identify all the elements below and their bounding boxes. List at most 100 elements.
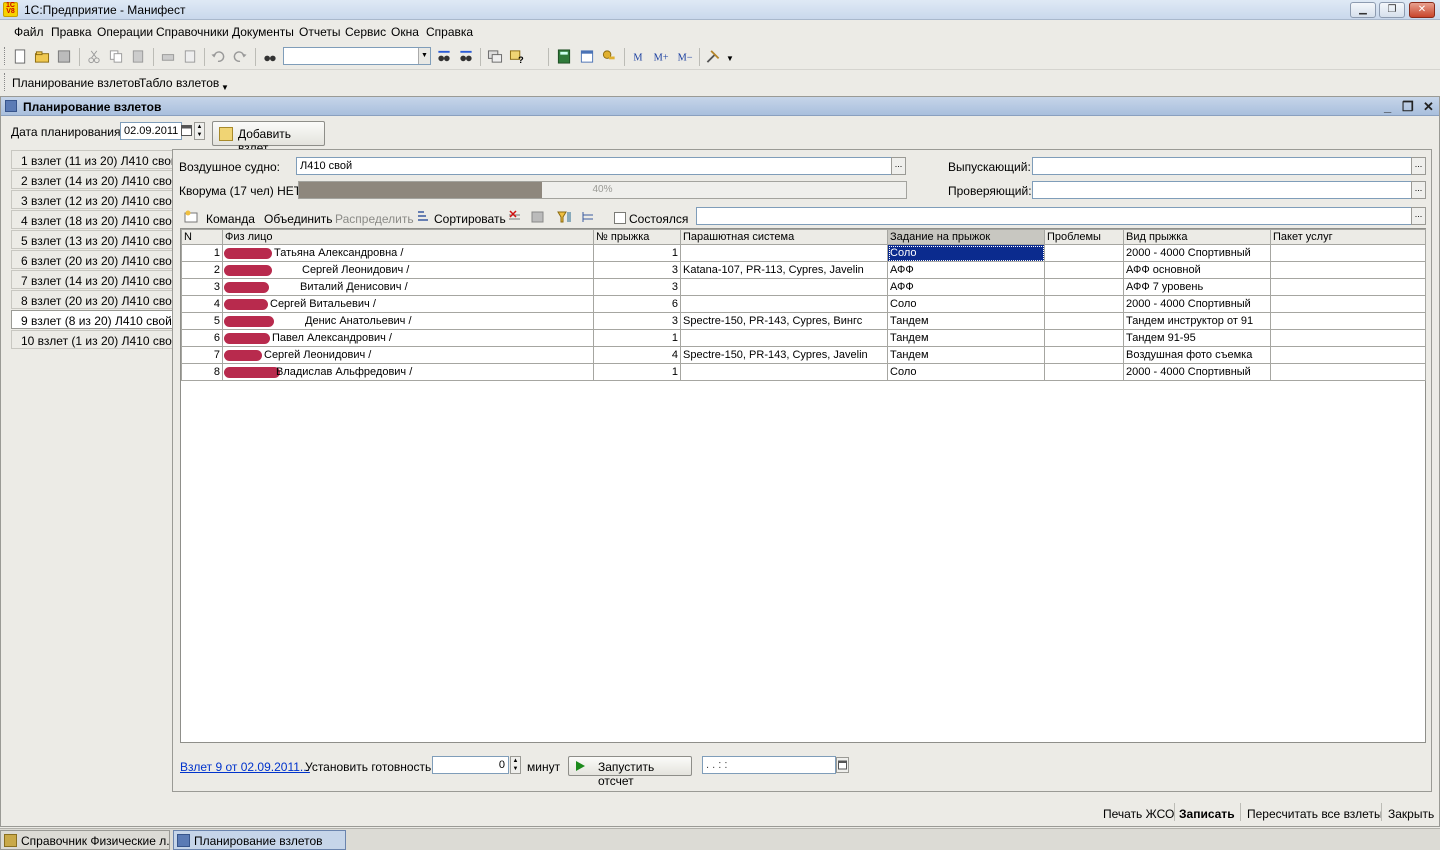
close-button[interactable]: Закрыть	[1388, 807, 1434, 821]
team-button[interactable]: Команда	[206, 212, 255, 226]
table-row[interactable]: 8 Владислав Альфредович / 1 Соло 2000 - …	[181, 363, 1426, 381]
cell-problems[interactable]	[1044, 312, 1124, 330]
windows-icon[interactable]	[487, 49, 503, 64]
cut-icon[interactable]	[86, 49, 102, 64]
table-row[interactable]: 3 Виталий Денисович / 3 АФФ АФФ 7 уровен…	[181, 278, 1426, 296]
cell-task[interactable]: Соло	[887, 295, 1045, 313]
menu-reports[interactable]: Отчеты	[299, 25, 340, 39]
doc-close-button[interactable]: ✕	[1423, 99, 1434, 115]
comment-select-button[interactable]: ...	[1411, 207, 1426, 225]
cell-jump-number[interactable]: 1	[593, 329, 681, 347]
cell-person[interactable]: Татьяна Александровна /	[222, 244, 594, 262]
cell-system[interactable]	[680, 329, 888, 347]
minimize-button[interactable]: ▁	[1350, 2, 1376, 18]
cell-jump-number[interactable]: 3	[593, 312, 681, 330]
cell-person[interactable]: Виталий Денисович /	[222, 278, 594, 296]
cell-task[interactable]: Тандем	[887, 329, 1045, 347]
flight-item-9[interactable]: 9 взлет (8 из 20) Л410 свой	[11, 310, 172, 329]
calendar-icon[interactable]	[181, 125, 192, 136]
task-physical-persons[interactable]: Справочник Физические л...	[0, 830, 170, 850]
cell-pack[interactable]	[1270, 295, 1426, 313]
cell-n[interactable]: 6	[181, 329, 223, 347]
col-header-n[interactable]: N	[181, 229, 223, 245]
menu-file[interactable]: Файл	[14, 25, 44, 39]
doc-minimize-button[interactable]: _	[1384, 99, 1391, 114]
cell-kind[interactable]: 2000 - 4000 Спортивный	[1123, 363, 1271, 381]
cell-problems[interactable]	[1044, 278, 1124, 296]
calculator-icon[interactable]	[556, 49, 572, 64]
sort-icon[interactable]	[416, 210, 431, 224]
cell-system[interactable]	[680, 244, 888, 262]
cell-system[interactable]: Katana-107, PR-113, Cypres, Javelin	[680, 261, 888, 279]
cell-n[interactable]: 2	[181, 261, 223, 279]
aircraft-select-button[interactable]: ...	[891, 157, 906, 175]
countdown-datetime-field[interactable]: . . : :	[702, 756, 836, 774]
cell-task[interactable]: Тандем	[887, 312, 1045, 330]
save-disk-icon[interactable]	[56, 49, 72, 64]
cell-person[interactable]: Сергей Леонидович /	[222, 346, 594, 364]
planning-date-field[interactable]: 02.09.2011	[120, 122, 182, 140]
cell-jump-number[interactable]: 3	[593, 278, 681, 296]
menu-operations[interactable]: Операции	[97, 25, 153, 39]
lock-key-icon[interactable]	[601, 49, 617, 64]
table-row[interactable]: 5 Денис Анатольевич / 3 Spectre-150, PR-…	[181, 312, 1426, 330]
cell-problems[interactable]	[1044, 329, 1124, 347]
find-prev-icon[interactable]	[458, 49, 474, 64]
col-header-problems[interactable]: Проблемы	[1044, 229, 1124, 245]
add-flight-button[interactable]: Добавить взлет	[212, 121, 325, 155]
flight-item-1[interactable]: 1 взлет (11 из 20) Л410 свой	[11, 150, 178, 169]
table-row[interactable]: 7 Сергей Леонидович / 4 Spectre-150, PR-…	[181, 346, 1426, 364]
releasing-select-button[interactable]: ...	[1411, 157, 1426, 175]
print-preview-icon[interactable]	[182, 49, 198, 64]
menu-edit[interactable]: Правка	[51, 25, 92, 39]
cell-n[interactable]: 1	[181, 244, 223, 262]
cell-system[interactable]: Spectre-150, PR-143, Cypres, Javelin	[680, 346, 888, 364]
find-next-icon[interactable]	[436, 49, 452, 64]
chevron-down-icon[interactable]: ▼	[418, 48, 430, 64]
cell-problems[interactable]	[1044, 244, 1124, 262]
calendar-icon[interactable]	[579, 49, 595, 64]
table-row[interactable]: 1 Татьяна Александровна / 1 Соло 2000 - …	[181, 244, 1426, 262]
restore-button[interactable]: ❐	[1379, 2, 1405, 18]
doc-restore-button[interactable]: ❐	[1402, 99, 1414, 115]
toolbar-grip[interactable]	[4, 73, 7, 91]
hierarchy-icon[interactable]	[581, 210, 596, 224]
print-icon[interactable]	[160, 49, 176, 64]
flight-item-8[interactable]: 8 взлет (20 из 20) Л410 свой	[11, 290, 178, 309]
cell-pack[interactable]	[1270, 312, 1426, 330]
cell-kind[interactable]: АФФ основной	[1123, 261, 1271, 279]
cell-problems[interactable]	[1044, 363, 1124, 381]
menu-documents[interactable]: Документы	[232, 25, 294, 39]
toolbar-grip[interactable]	[4, 47, 7, 65]
col-header-task[interactable]: Задание на прыжок	[887, 229, 1045, 245]
cell-pack[interactable]	[1270, 244, 1426, 262]
cell-n[interactable]: 7	[181, 346, 223, 364]
checking-field[interactable]	[1032, 181, 1412, 199]
comment-field[interactable]	[696, 207, 1412, 225]
cell-kind[interactable]: Воздушная фото съемка	[1123, 346, 1271, 364]
aircraft-field[interactable]: Л410 свой	[296, 157, 892, 175]
cell-system[interactable]	[680, 363, 888, 381]
team-icon[interactable]	[184, 210, 199, 224]
menu-service[interactable]: Сервис	[345, 25, 386, 39]
checking-select-button[interactable]: ...	[1411, 181, 1426, 199]
undo-icon[interactable]	[210, 49, 226, 64]
table-row[interactable]: 4 Сергей Витальевич / 6 Соло 2000 - 4000…	[181, 295, 1426, 313]
menu-catalogs[interactable]: Справочники	[156, 25, 229, 39]
flight-item-7[interactable]: 7 взлет (14 из 20) Л410 свой	[11, 270, 178, 289]
cell-n[interactable]: 8	[181, 363, 223, 381]
cell-system[interactable]: Spectre-150, PR-143, Cypres, Вингс	[680, 312, 888, 330]
paste-icon[interactable]	[130, 49, 146, 64]
task-flight-planning[interactable]: Планирование взлетов	[173, 830, 346, 850]
flight-item-4[interactable]: 4 взлет (18 из 20) Л410 свой	[11, 210, 178, 229]
minutes-field[interactable]: 0	[432, 756, 509, 774]
col-header-person[interactable]: Физ лицо	[222, 229, 594, 245]
releasing-field[interactable]	[1032, 157, 1412, 175]
tools-icon[interactable]	[705, 49, 721, 64]
help-icon[interactable]: ?	[509, 49, 525, 64]
save-button[interactable]: Записать	[1179, 807, 1235, 821]
cell-kind[interactable]: 2000 - 4000 Спортивный	[1123, 244, 1271, 262]
flight-item-10[interactable]: 10 взлет (1 из 20) Л410 свой	[11, 330, 178, 349]
open-folder-icon[interactable]	[34, 49, 50, 64]
binoculars-icon[interactable]	[262, 49, 278, 64]
